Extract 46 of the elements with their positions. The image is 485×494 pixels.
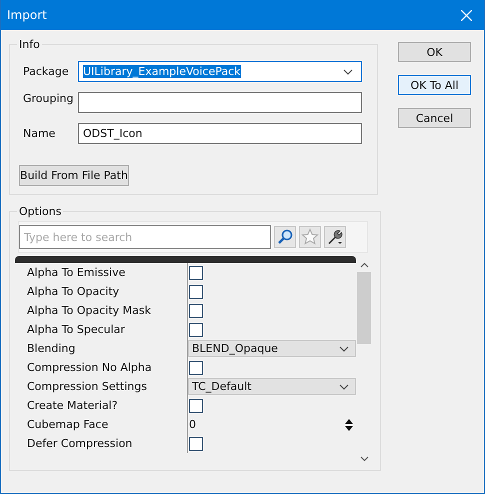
- window-title: Import: [7, 8, 47, 22]
- property-label: Cubemap Face: [27, 418, 108, 431]
- search-button[interactable]: [274, 226, 296, 248]
- checkbox[interactable]: [189, 398, 203, 412]
- checkbox[interactable]: [189, 360, 203, 374]
- property-label: Compression No Alpha: [27, 361, 152, 374]
- property-label: Blending: [27, 342, 76, 355]
- property-label: Defer Compression: [27, 437, 132, 450]
- dropdown[interactable]: BLEND_Opaque: [188, 340, 356, 357]
- property-label: Alpha To Emissive: [27, 266, 126, 279]
- property-label: Alpha To Specular: [27, 323, 125, 336]
- checkbox[interactable]: [189, 266, 203, 280]
- close-icon[interactable]: [461, 10, 472, 20]
- star-icon: [301, 228, 319, 246]
- spinner-icon[interactable]: [344, 418, 354, 432]
- build-from-file-path-button[interactable]: Build From File Path: [19, 165, 129, 186]
- chevron-down-icon: [343, 68, 353, 74]
- input-field[interactable]: [78, 92, 362, 113]
- checkbox[interactable]: [189, 304, 203, 318]
- checkbox[interactable]: [189, 322, 203, 336]
- field-label: Package: [22, 65, 70, 78]
- chevron-down-icon: [339, 384, 349, 390]
- package-dropdown[interactable]: UILibrary_ExampleVoicePack: [78, 61, 362, 82]
- input-field[interactable]: ODST_Icon: [78, 123, 362, 144]
- dialog-button[interactable]: OK To All: [398, 75, 471, 95]
- property-label: Alpha To Opacity: [27, 285, 120, 298]
- number-field[interactable]: 0: [189, 418, 196, 431]
- settings-button[interactable]: [324, 226, 346, 248]
- chevron-down-icon: [339, 346, 349, 352]
- scroll-up-icon[interactable]: [360, 262, 368, 268]
- dialog-button[interactable]: Cancel: [398, 108, 471, 128]
- group-title: Options: [18, 205, 62, 218]
- property-label: Compression Settings: [27, 380, 147, 393]
- dropdown[interactable]: TC_Default: [188, 378, 356, 395]
- field-label: Grouping: [22, 92, 74, 105]
- wrench-icon: [326, 228, 344, 246]
- dialog-button[interactable]: OK: [398, 42, 471, 62]
- checkbox[interactable]: [189, 436, 203, 450]
- search-icon: [277, 229, 293, 245]
- checkbox[interactable]: [189, 284, 203, 298]
- group-title: Info: [18, 38, 41, 51]
- field-label: Name: [22, 127, 56, 140]
- search-field[interactable]: Type here to search: [19, 225, 271, 249]
- property-label: Alpha To Opacity Mask: [27, 304, 151, 317]
- scroll-down-icon[interactable]: [360, 456, 368, 462]
- property-label: Create Material?: [27, 399, 118, 412]
